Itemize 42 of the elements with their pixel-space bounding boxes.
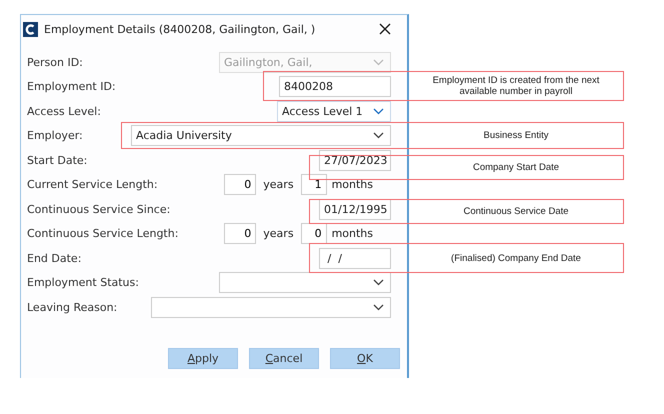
dropdown-field[interactable]: Acadia University bbox=[131, 125, 391, 146]
input-field[interactable]: 8400208 bbox=[279, 76, 391, 98]
months-field[interactable]: 1 bbox=[300, 174, 327, 196]
annotation-text: Business Entity bbox=[482, 129, 550, 143]
unit-label: months bbox=[332, 178, 373, 192]
field-label: Current Service Length: bbox=[27, 178, 158, 192]
annotation-text: (Finalised) Company End Date bbox=[450, 252, 582, 266]
dialog-button[interactable]: OK bbox=[330, 348, 400, 368]
unit-label: months bbox=[332, 227, 373, 240]
annotation-text: Employment ID is created from the next available number in payroll bbox=[432, 74, 600, 99]
chevron-down-icon[interactable] bbox=[373, 279, 384, 286]
field-label: End Date: bbox=[27, 252, 82, 265]
close-icon[interactable] bbox=[379, 23, 391, 35]
input-field[interactable]: / / bbox=[319, 248, 391, 269]
chevron-down-icon[interactable] bbox=[373, 304, 384, 311]
dropdown-field[interactable] bbox=[151, 296, 391, 318]
dropdown-field[interactable] bbox=[219, 272, 391, 294]
field-label: Employer: bbox=[27, 129, 83, 142]
dialog-button[interactable]: Cancel bbox=[249, 348, 319, 368]
input-field[interactable]: 27/07/2023 bbox=[319, 150, 391, 171]
input-field[interactable]: 01/12/1995 bbox=[319, 198, 391, 220]
dialog-button[interactable]: Apply bbox=[168, 348, 238, 368]
field-label: Continuous Service Since: bbox=[27, 202, 170, 216]
field-label: Continuous Service Length: bbox=[27, 227, 178, 240]
years-field[interactable]: 0 bbox=[224, 174, 256, 196]
field-label: Access Level: bbox=[27, 104, 101, 118]
field-label: Employment Status: bbox=[27, 276, 139, 290]
field-label: Person ID: bbox=[27, 56, 83, 69]
app-logo-icon bbox=[23, 22, 38, 36]
window-title: Employment Details (8400208, Gailington, Gail, ) bbox=[44, 22, 316, 36]
chevron-down-icon[interactable] bbox=[373, 108, 384, 115]
field-label: Employment ID: bbox=[27, 80, 116, 94]
dropdown-field[interactable]: Access Level 1 bbox=[277, 100, 391, 122]
field-label: Leaving Reason: bbox=[27, 300, 118, 314]
unit-label: years bbox=[263, 227, 294, 240]
field-label: Start Date: bbox=[27, 154, 88, 167]
annotation-text: Continuous Service Date bbox=[462, 205, 570, 219]
annotation-text: Company Start Date bbox=[472, 161, 560, 175]
years-field[interactable]: 0 bbox=[224, 223, 256, 244]
months-field[interactable]: 0 bbox=[300, 223, 327, 244]
chevron-down-icon[interactable] bbox=[373, 132, 384, 140]
unit-label: years bbox=[263, 178, 294, 192]
